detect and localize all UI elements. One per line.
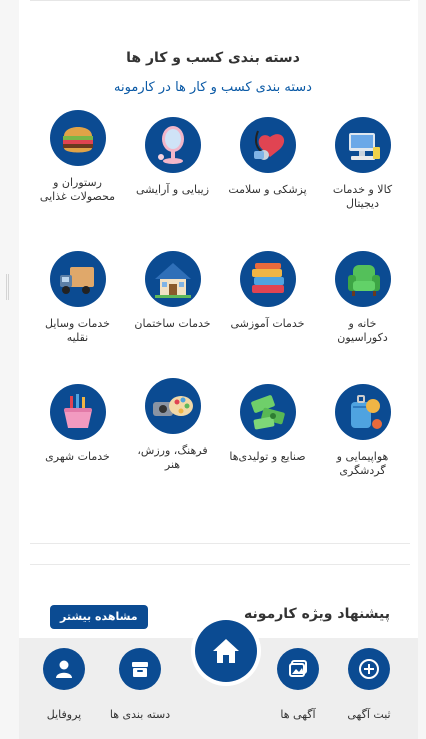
category-label: خدمات وسایل نقلیه xyxy=(45,317,110,344)
armchair-icon xyxy=(334,251,391,307)
category-label: صنایع و تولیدی‌ها xyxy=(229,450,306,463)
category-city-services[interactable]: خدمات شهری xyxy=(30,384,125,464)
plus-icon xyxy=(348,648,390,690)
category-label: کالا و خدمات دیجیتال xyxy=(332,183,393,210)
nav-profile[interactable]: پروفایل xyxy=(19,648,109,721)
category-label: خانه و دکوراسیون xyxy=(337,317,388,344)
computer-icon xyxy=(334,117,391,173)
category-culture[interactable]: فرهنگ، ورزش، هنر xyxy=(125,378,220,472)
section-subtitle: دسته بندی کسب و کار ها در کارمونه xyxy=(114,80,312,95)
nav-label: آگهی ها xyxy=(280,708,316,721)
mirror-icon xyxy=(144,117,201,173)
suitcase-icon xyxy=(334,384,391,440)
category-travel[interactable]: هواپیمایی و گردشگری xyxy=(315,384,410,478)
nav-ads[interactable]: آگهی ها xyxy=(253,648,343,721)
category-construction[interactable]: خدمات ساختمان xyxy=(125,251,220,331)
category-label: خدمات ساختمان xyxy=(134,317,211,330)
category-food[interactable]: رستوران و محصولات غذایی xyxy=(30,110,125,204)
category-label: زیبایی و آرایشی xyxy=(135,183,210,196)
top-divider xyxy=(30,0,410,1)
gallery-icon xyxy=(277,648,319,690)
category-beauty[interactable]: زیبایی و آرایشی xyxy=(125,117,220,197)
category-digital[interactable]: کالا و خدمات دیجیتال xyxy=(315,117,410,211)
books-icon xyxy=(239,251,296,307)
category-label: خدمات شهری xyxy=(45,450,110,463)
category-vehicles[interactable]: خدمات وسایل نقلیه xyxy=(30,251,125,345)
category-label: رستوران و محصولات غذایی xyxy=(39,176,116,203)
category-industry[interactable]: صنایع و تولیدی‌ها xyxy=(220,384,315,464)
home-button[interactable] xyxy=(195,620,257,682)
section-divider xyxy=(30,564,410,565)
home-icon xyxy=(213,639,239,663)
drag-handle[interactable] xyxy=(6,274,9,300)
user-icon xyxy=(43,648,85,690)
archive-box-icon xyxy=(119,648,161,690)
special-offers-title: پیشنهاد ویژه کارمونه xyxy=(244,606,390,622)
burger-icon xyxy=(49,110,106,166)
category-label: فرهنگ، ورزش، هنر xyxy=(137,444,208,471)
palette-icon xyxy=(144,378,201,434)
truck-icon xyxy=(49,251,106,307)
category-medical[interactable]: پزشکی و سلامت xyxy=(220,117,315,197)
basket-icon xyxy=(49,384,106,440)
category-label: هواپیمایی و گردشگری xyxy=(336,450,389,477)
money-icon xyxy=(239,384,296,440)
section-title: دسته بندی کسب و کار ها xyxy=(126,50,300,66)
category-home-decor[interactable]: خانه و دکوراسیون xyxy=(315,251,410,345)
category-label: پزشکی و سلامت xyxy=(228,183,307,196)
house-icon xyxy=(144,251,201,307)
view-more-button[interactable]: مشاهده بیشتر xyxy=(50,605,148,629)
category-education[interactable]: خدمات آموزشی xyxy=(220,251,315,331)
category-label: خدمات آموزشی xyxy=(230,317,305,330)
stethoscope-icon xyxy=(239,117,296,173)
nav-label: پروفایل xyxy=(46,708,82,721)
section-divider xyxy=(30,543,410,544)
